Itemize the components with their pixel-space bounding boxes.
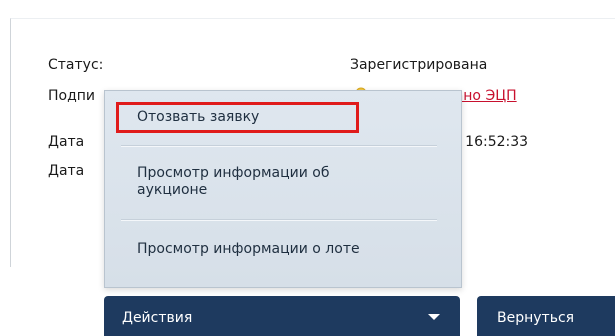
- back-button[interactable]: Вернуться: [477, 296, 615, 336]
- highlight-frame: [116, 102, 359, 133]
- menu-item-lot-info[interactable]: Просмотр информации о лоте: [137, 241, 397, 258]
- chevron-down-icon: [428, 314, 440, 320]
- menu-item-auction-info[interactable]: Просмотр информации об аукционе: [137, 165, 397, 199]
- status-value: Зарегистрирована: [350, 57, 488, 73]
- date1-value: : 16:52:33: [456, 134, 529, 150]
- menu-separator: [121, 145, 437, 147]
- menu-separator: [121, 219, 437, 221]
- status-label: Статус:: [48, 57, 104, 73]
- actions-dropdown-button[interactable]: Действия: [104, 296, 460, 336]
- signed-label: Подпи: [48, 88, 96, 104]
- actions-button-label: Действия: [122, 310, 193, 326]
- date2-label: Дата: [48, 163, 85, 179]
- date1-label: Дата: [48, 134, 85, 150]
- back-button-label: Вернуться: [497, 310, 575, 326]
